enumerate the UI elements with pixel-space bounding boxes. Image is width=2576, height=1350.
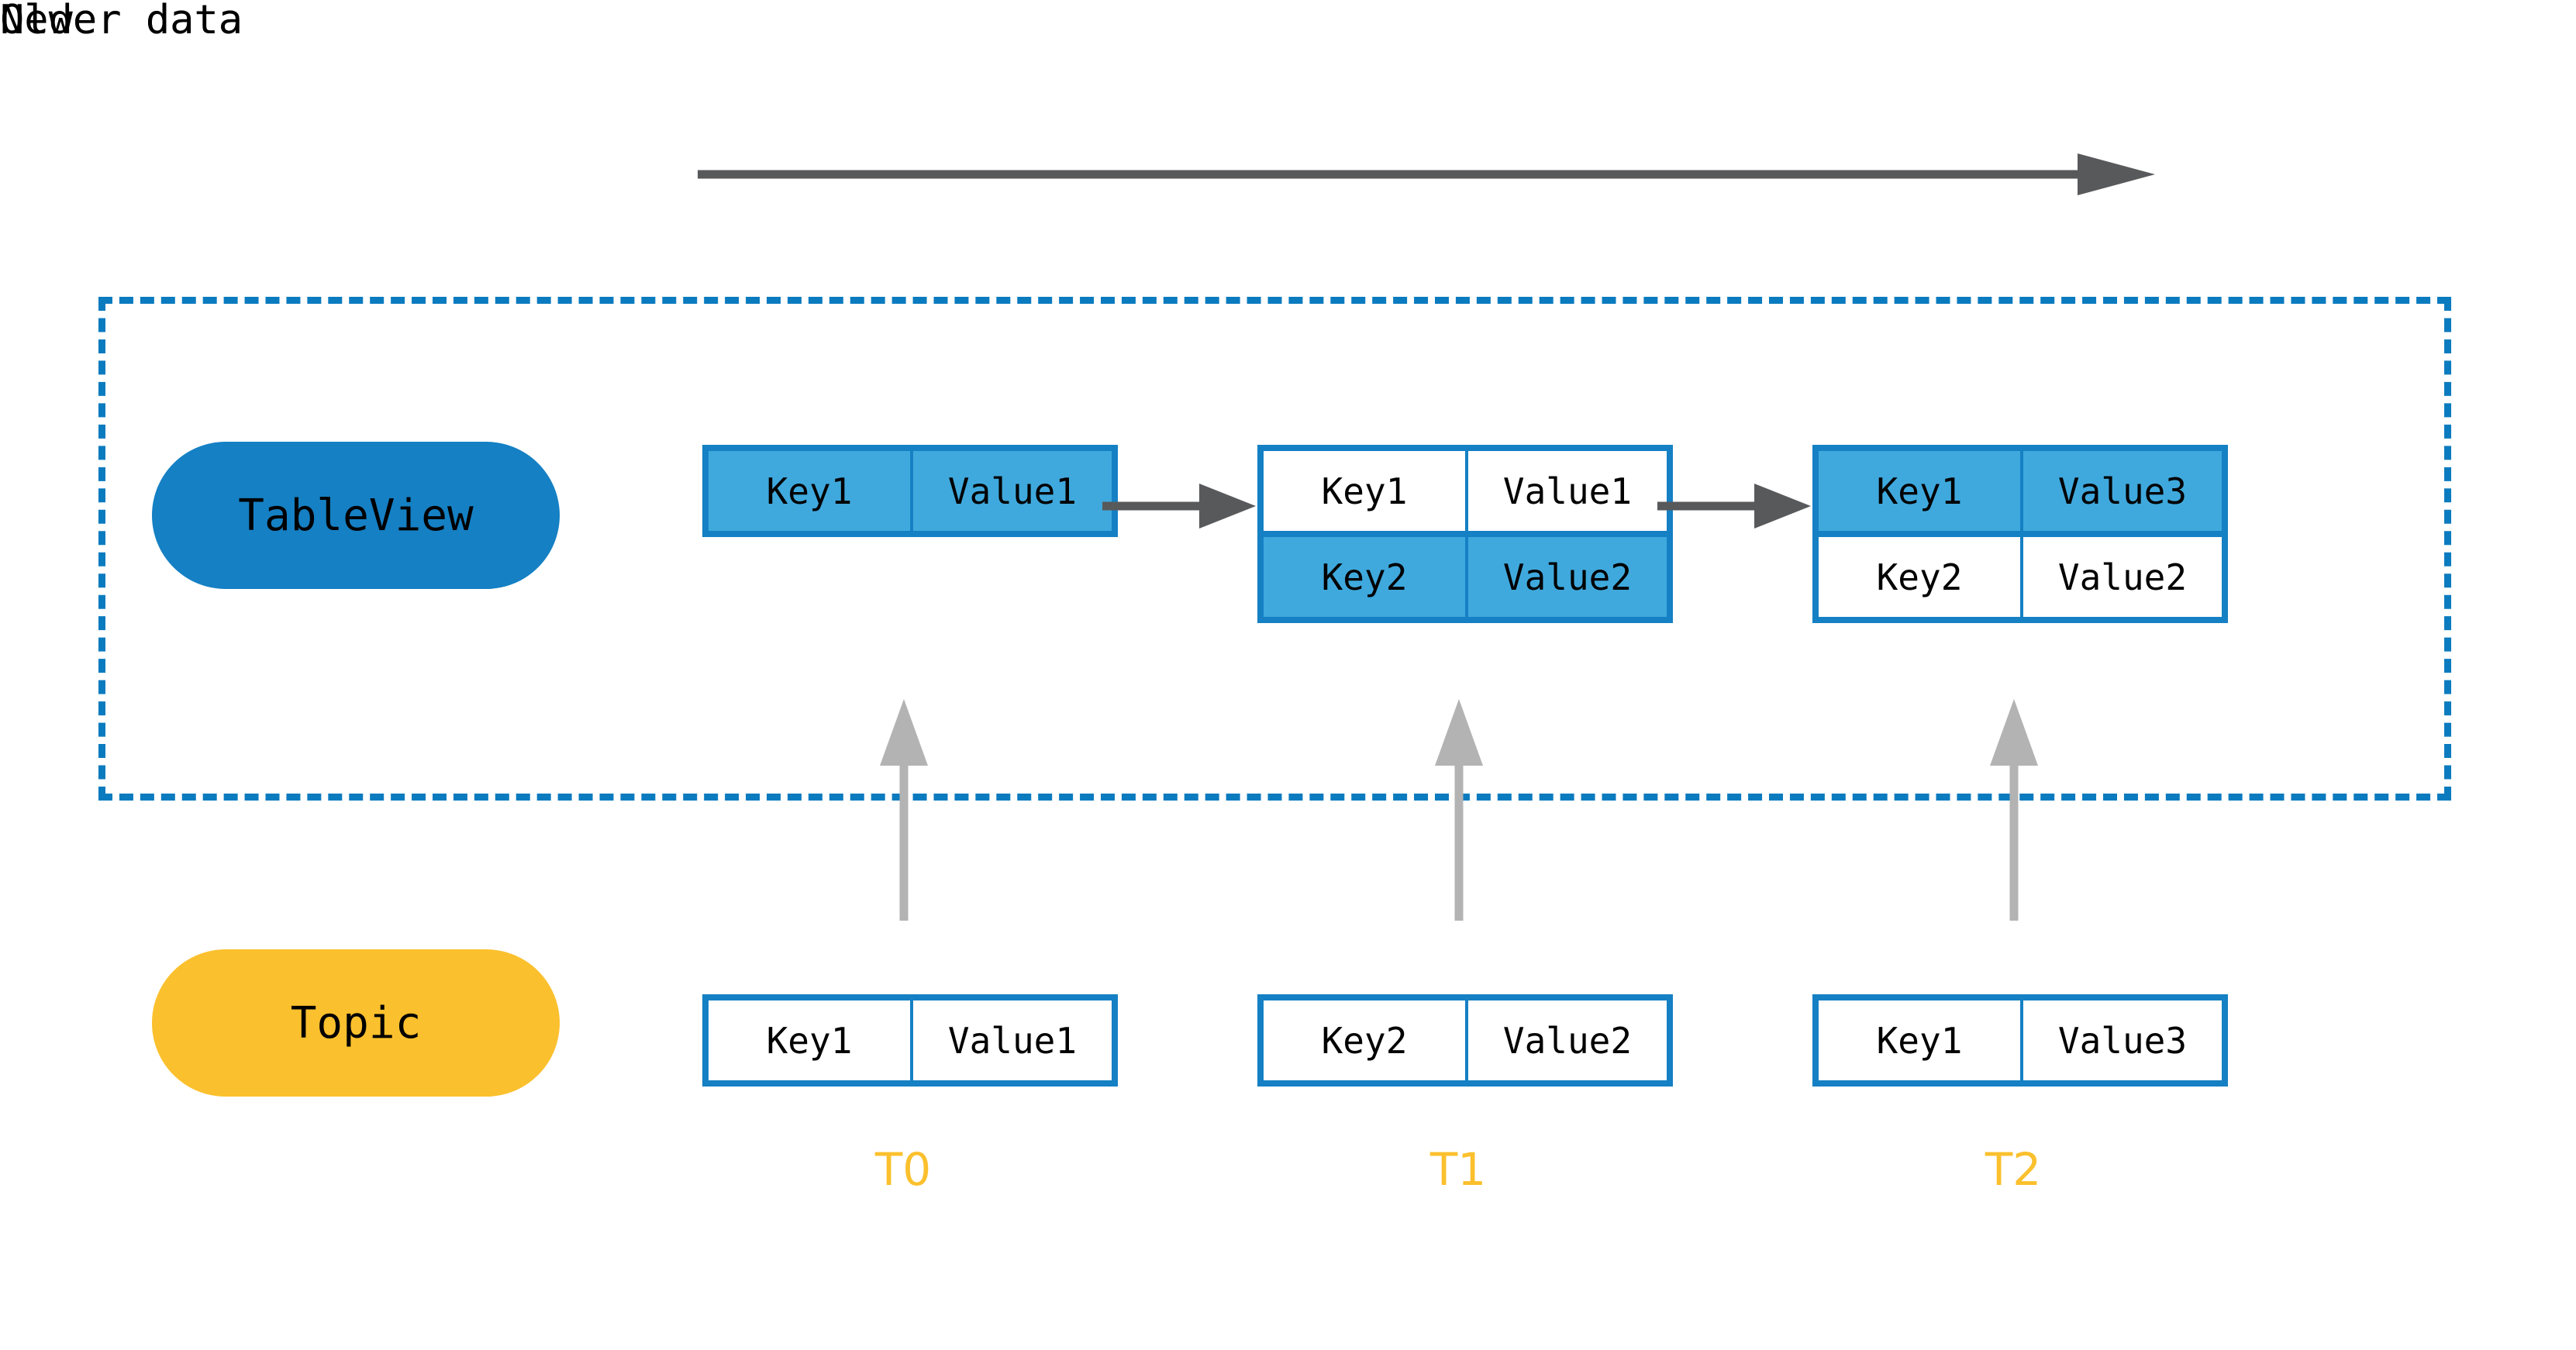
table-cell-value: Value1 bbox=[910, 451, 1112, 531]
table-cell-key: Key1 bbox=[1819, 451, 2020, 531]
topic-record-table: Key1 Value3 bbox=[1812, 994, 2228, 1087]
table-cell-value: Value3 bbox=[2020, 451, 2222, 531]
table-row: Key1 Value3 bbox=[1819, 451, 2222, 531]
table-cell-value: Value3 bbox=[2020, 1000, 2222, 1080]
table-cell-key: Key2 bbox=[1264, 1000, 1465, 1080]
diagram-canvas: Older data Newer data TableView Topic Ke… bbox=[0, 0, 2576, 1350]
table-cell-value: Value1 bbox=[910, 1000, 1112, 1080]
table-cell-key: Key1 bbox=[709, 451, 910, 531]
table-cell-key: Key1 bbox=[1264, 451, 1465, 531]
table-cell-key: Key2 bbox=[1264, 537, 1465, 617]
table-row: Key1 Value1 bbox=[709, 451, 1112, 531]
timeline-arrow-icon bbox=[698, 153, 2155, 195]
topic-record-table: Key1 Value1 bbox=[702, 994, 1118, 1087]
tableview-state-table: Key1 Value1 bbox=[702, 445, 1118, 537]
topic-lane-pill: Topic bbox=[152, 949, 560, 1097]
table-cell-key: Key1 bbox=[1819, 1000, 2020, 1080]
state-transition-arrow-icon bbox=[1102, 484, 1256, 529]
newer-data-label: Newer data bbox=[0, 0, 243, 43]
table-cell-key: Key1 bbox=[709, 1000, 910, 1080]
ingest-arrow-icon bbox=[1990, 699, 2038, 921]
topic-lane-label: Topic bbox=[290, 997, 422, 1049]
table-row: Key1 Value1 bbox=[1264, 451, 1667, 531]
table-row: Key2 Value2 bbox=[1264, 1000, 1667, 1080]
topic-record-table: Key2 Value2 bbox=[1257, 994, 1673, 1087]
table-cell-value: Value2 bbox=[2020, 537, 2222, 617]
table-cell-key: Key2 bbox=[1819, 537, 2020, 617]
table-row: Key2 Value2 bbox=[1264, 531, 1667, 617]
table-row: Key1 Value3 bbox=[1819, 1000, 2222, 1080]
tableview-lane-pill: TableView bbox=[152, 442, 560, 589]
table-cell-value: Value2 bbox=[1465, 537, 1667, 617]
tableview-state-table: Key1 Value1 Key2 Value2 bbox=[1257, 445, 1673, 623]
table-row: Key2 Value2 bbox=[1819, 531, 2222, 617]
table-row: Key1 Value1 bbox=[709, 1000, 1112, 1080]
time-marker-label: T0 bbox=[874, 1143, 932, 1196]
time-marker-label: T2 bbox=[1985, 1143, 2042, 1196]
table-cell-value: Value2 bbox=[1465, 1000, 1667, 1080]
ingest-arrow-icon bbox=[880, 699, 928, 921]
time-marker-label: T1 bbox=[1429, 1143, 1487, 1196]
state-transition-arrow-icon bbox=[1657, 484, 1811, 529]
table-cell-value: Value1 bbox=[1465, 451, 1667, 531]
tableview-state-table: Key1 Value3 Key2 Value2 bbox=[1812, 445, 2228, 623]
ingest-arrow-icon bbox=[1435, 699, 1483, 921]
tableview-lane-label: TableView bbox=[238, 490, 474, 541]
